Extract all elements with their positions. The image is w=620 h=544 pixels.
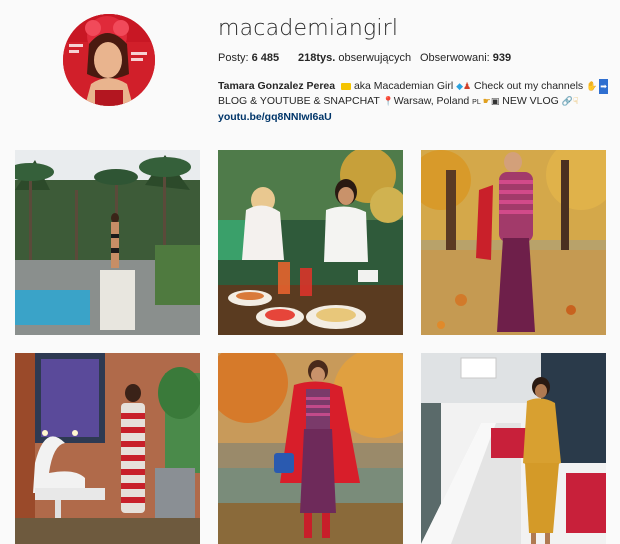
post-image-autumn: [421, 150, 606, 335]
hand-point-emoji-icon: ☛: [482, 96, 491, 106]
arrow-right-emoji-icon: ➡: [599, 79, 608, 94]
posts-grid: [15, 150, 606, 544]
person-emoji-icon: ♟: [463, 81, 472, 91]
post-image-terrace: [421, 353, 606, 544]
following-value: 939: [492, 52, 512, 64]
bio-text-channels: Check out my channels: [471, 80, 587, 92]
bio-line-2: BLOG & YOUTUBE & SNAPCHAT 📍Warsaw, Polan…: [218, 94, 608, 110]
gem-emoji-icon: ◆: [456, 81, 464, 91]
post-tile[interactable]: [15, 353, 200, 544]
bio-text-aka: aka Macademian Girl: [351, 80, 457, 92]
avatar-image: [63, 14, 155, 106]
followers-count[interactable]: 218tys. obserwujących: [298, 52, 420, 64]
pin-emoji-icon: 📍: [382, 96, 394, 106]
username: macademiangirl: [218, 16, 399, 41]
ok-hand-emoji-icon: ✋: [586, 81, 598, 91]
posts-value: 6 485: [251, 52, 280, 64]
followers-label: obserwujących: [335, 52, 412, 64]
hand-point-down-emoji-icon: ☟: [572, 96, 579, 106]
profile-bio: Tamara Gonzalez Perea aka Macademian Gir…: [218, 79, 608, 125]
bio-text-blog: BLOG & YOUTUBE & SNAPCHAT: [218, 95, 383, 107]
profile-avatar[interactable]: [63, 14, 155, 106]
profile-stats: Posty: 6 485 218tys. obserwujących Obser…: [218, 52, 511, 64]
link-emoji-icon: 🔗: [561, 96, 573, 106]
following-label: Obserwowani:: [420, 52, 493, 64]
post-image-redcoat: [218, 353, 403, 544]
flag-emoji-icon: PL: [472, 99, 481, 106]
bio-text-vlog: NEW VLOG: [499, 95, 562, 107]
post-tile[interactable]: [421, 353, 606, 544]
post-image-breakfast: [218, 150, 403, 335]
post-tile[interactable]: [218, 150, 403, 335]
post-image-swan: [15, 353, 200, 544]
posts-count: Posty: 6 485: [218, 52, 298, 64]
posts-label: Posty:: [218, 52, 252, 64]
bio-line-1: Tamara Gonzalez Perea aka Macademian Gir…: [218, 79, 608, 94]
post-image-pool: [15, 150, 200, 335]
following-count[interactable]: Obserwowani: 939: [420, 52, 511, 64]
bio-text-location: Warsaw, Poland: [393, 95, 473, 107]
post-tile[interactable]: [15, 150, 200, 335]
post-tile[interactable]: [218, 353, 403, 544]
crown-emoji-icon: [341, 82, 352, 90]
full-name: Tamara Gonzalez Perea: [218, 80, 336, 92]
followers-value: 218tys.: [298, 52, 336, 64]
bio-link[interactable]: youtu.be/gq8NNIwI6aU: [218, 111, 332, 123]
bio-line-3: youtu.be/gq8NNIwI6aU: [218, 110, 608, 125]
post-tile[interactable]: [421, 150, 606, 335]
